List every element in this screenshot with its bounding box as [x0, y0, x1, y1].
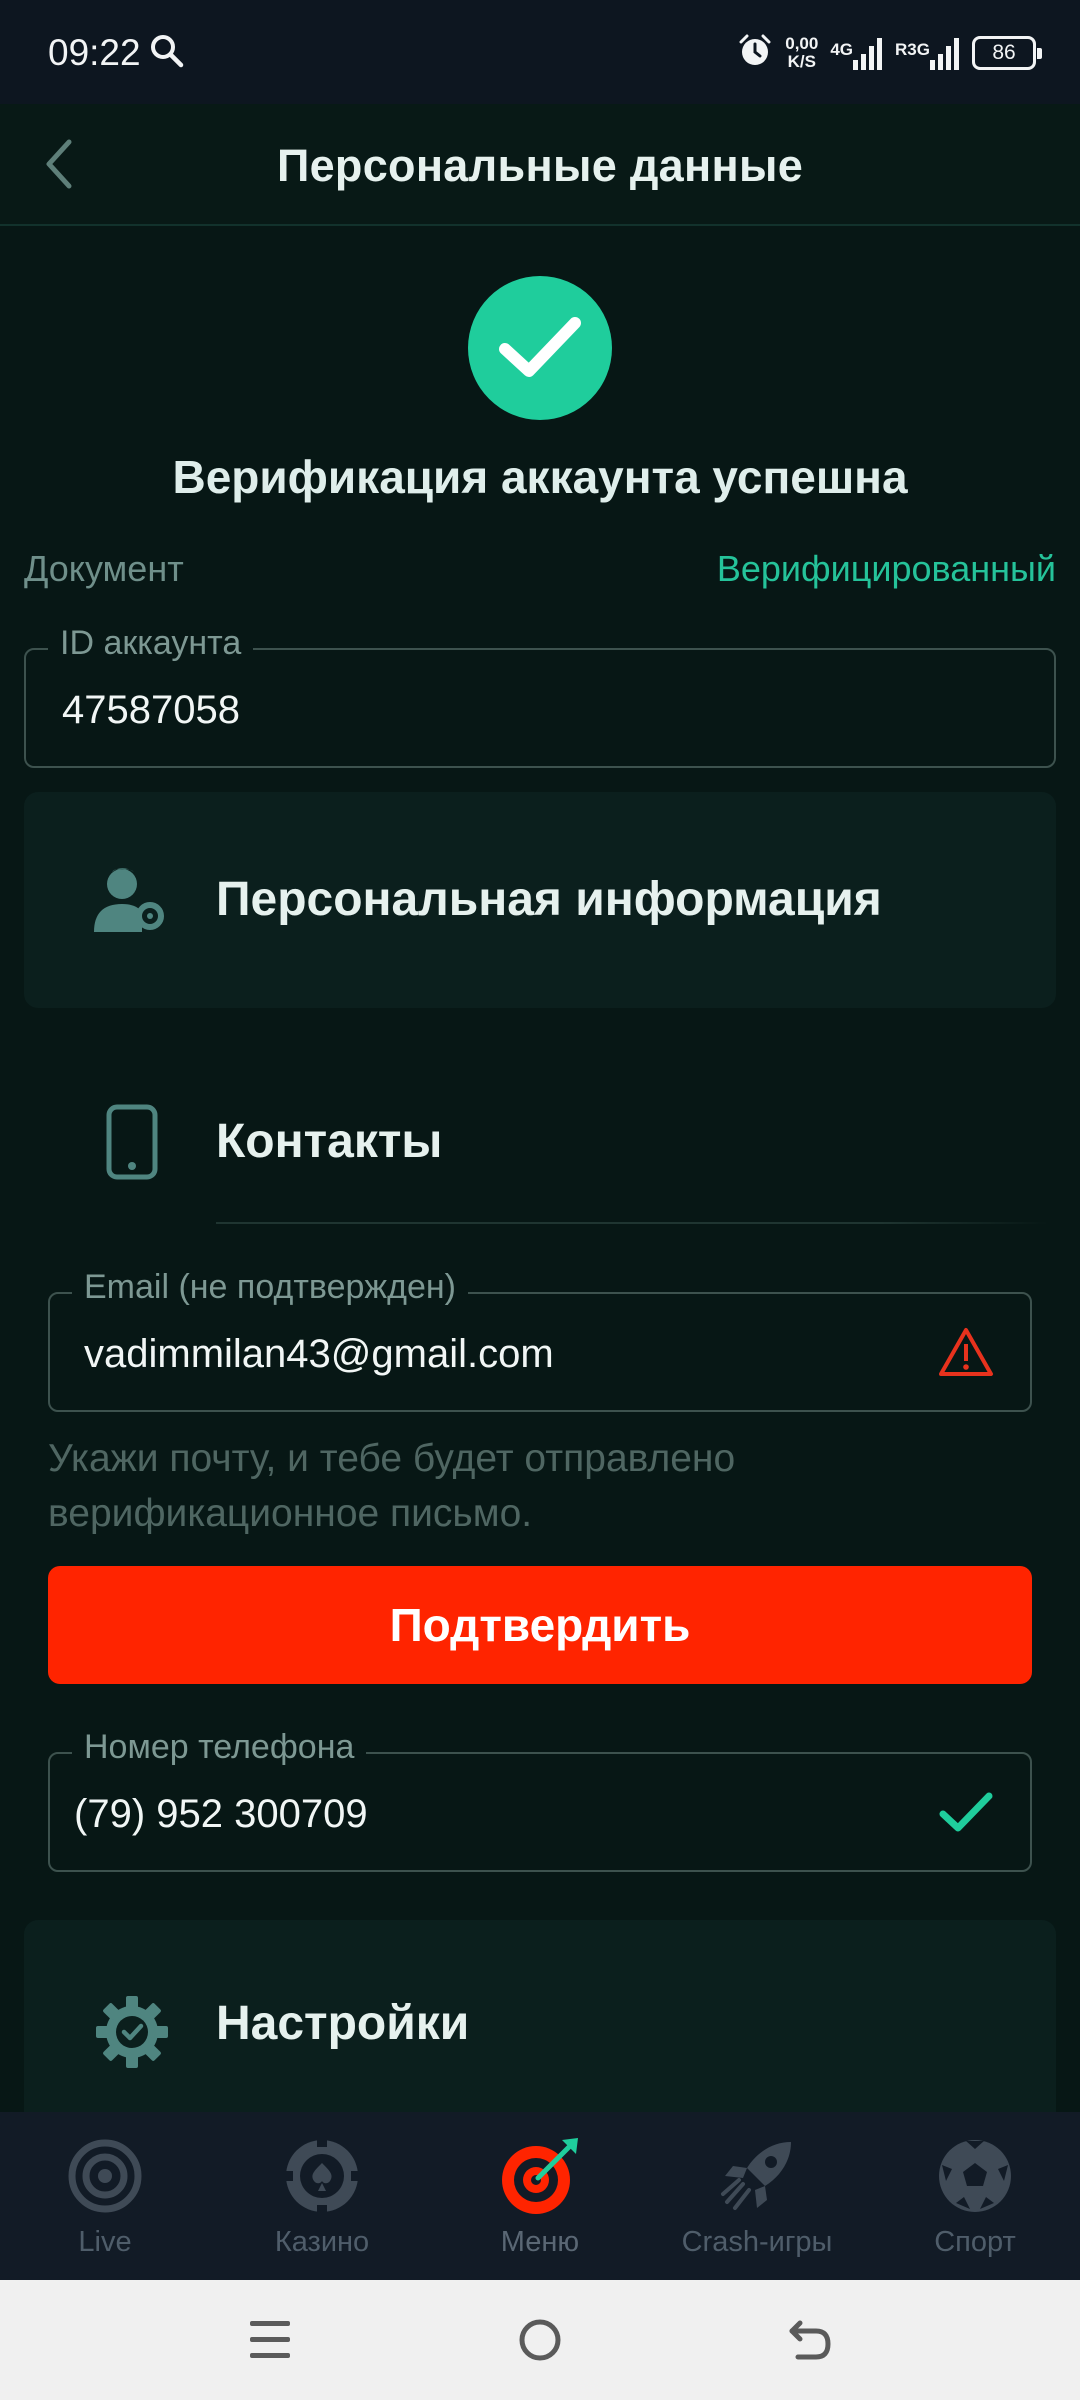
email-hint: Укажи почту, и тебе будет отправлено вер…	[48, 1437, 736, 1535]
checkmark-success-icon	[468, 276, 612, 420]
account-id-value: 47587058	[62, 688, 240, 732]
network-speed-value: 0,00	[785, 34, 819, 53]
menu-lines-icon	[250, 2321, 290, 2358]
phone-value: (79) 952 300709	[74, 1792, 368, 1836]
signal-group-1: 4G	[830, 36, 883, 70]
personal-info-section[interactable]: Персональная информация	[24, 792, 1056, 1008]
signal-icon	[853, 38, 883, 70]
signal-icon-2	[930, 38, 959, 70]
document-label: Документ	[24, 548, 184, 589]
back-system-button[interactable]	[780, 2310, 840, 2370]
bottom-nav: Live Казино Меню Crash-игры Спорт	[0, 2112, 1080, 2280]
home-circle-icon	[519, 2319, 561, 2361]
contacts-divider	[216, 1222, 1048, 1224]
casino-chip-icon	[222, 2134, 422, 2218]
nav-item-sport[interactable]: Спорт	[875, 2134, 1075, 2259]
email-value: vadimmilan43@gmail.com	[84, 1332, 554, 1376]
search-icon	[150, 34, 184, 73]
home-button[interactable]	[510, 2310, 570, 2370]
status-bar: 09:22 0,00 K/S 4G R3G 86	[0, 0, 1080, 104]
phone-label: Номер телефона	[72, 1728, 367, 1767]
battery-level: 86	[992, 41, 1016, 64]
network-speed: 0,00 K/S	[785, 35, 818, 71]
warning-icon	[938, 1326, 994, 1383]
settings-label: Настройки	[216, 1997, 470, 2050]
dartboard-icon	[440, 2134, 640, 2218]
page-header: Персональные данные	[0, 104, 1080, 226]
alarm-icon	[737, 33, 773, 74]
email-label: Email (не подтвержден)	[72, 1268, 468, 1307]
nav-label-sport: Спорт	[934, 2226, 1016, 2258]
user-settings-icon	[92, 864, 168, 936]
verification-message: Верификация аккаунта успешна	[172, 451, 908, 503]
network-type-label: 4G	[830, 40, 854, 59]
network-type-label-2: R3G	[895, 40, 930, 59]
back-arrow-icon	[789, 2320, 831, 2360]
nav-item-menu[interactable]: Меню	[440, 2134, 640, 2259]
status-time: 09:22	[48, 32, 141, 73]
system-nav-bar	[0, 2280, 1080, 2400]
signal-group-2: R3G	[895, 36, 960, 70]
main-content[interactable]: Верификация аккаунта успешна Документ Ве…	[0, 228, 1080, 2112]
phone-field[interactable]: Номер телефона (79) 952 300709	[48, 1728, 1032, 1872]
document-status: Верифицированный	[716, 548, 1056, 589]
contacts-label: Контакты	[216, 1115, 443, 1168]
network-speed-unit: K/S	[787, 52, 816, 71]
soccer-ball-icon	[875, 2134, 1075, 2218]
nav-label-crash: Crash-игры	[681, 2226, 833, 2258]
settings-section[interactable]: Настройки	[24, 1920, 1056, 2112]
nav-label-casino: Казино	[274, 2226, 370, 2258]
nav-item-crash[interactable]: Crash-игры	[657, 2134, 857, 2259]
account-id-field[interactable]: ID аккаунта 47587058	[24, 624, 1056, 768]
confirm-email-button[interactable]: Подтвердить	[48, 1566, 1032, 1684]
checkmark-icon	[938, 1790, 994, 1839]
rocket-icon	[657, 2134, 857, 2218]
nav-item-casino[interactable]: Казино	[222, 2134, 422, 2259]
personal-info-label: Персональная информация	[216, 873, 882, 926]
email-field[interactable]: Email (не подтвержден) vadimmilan43@gmai…	[48, 1268, 1032, 1412]
phone-device-icon	[106, 1104, 158, 1180]
battery-indicator: 86	[972, 36, 1042, 70]
account-id-label: ID аккаунта	[48, 624, 254, 663]
nav-label-live: Live	[78, 2226, 132, 2258]
nav-item-live[interactable]: Live	[5, 2134, 205, 2259]
recent-apps-button[interactable]	[240, 2310, 300, 2370]
status-indicators: 0,00 K/S 4G R3G 86	[737, 30, 1042, 76]
nav-label-menu: Меню	[500, 2226, 580, 2258]
live-icon	[5, 2134, 205, 2218]
page-title: Персональные данные	[276, 140, 804, 191]
gear-check-icon	[94, 1994, 170, 2070]
